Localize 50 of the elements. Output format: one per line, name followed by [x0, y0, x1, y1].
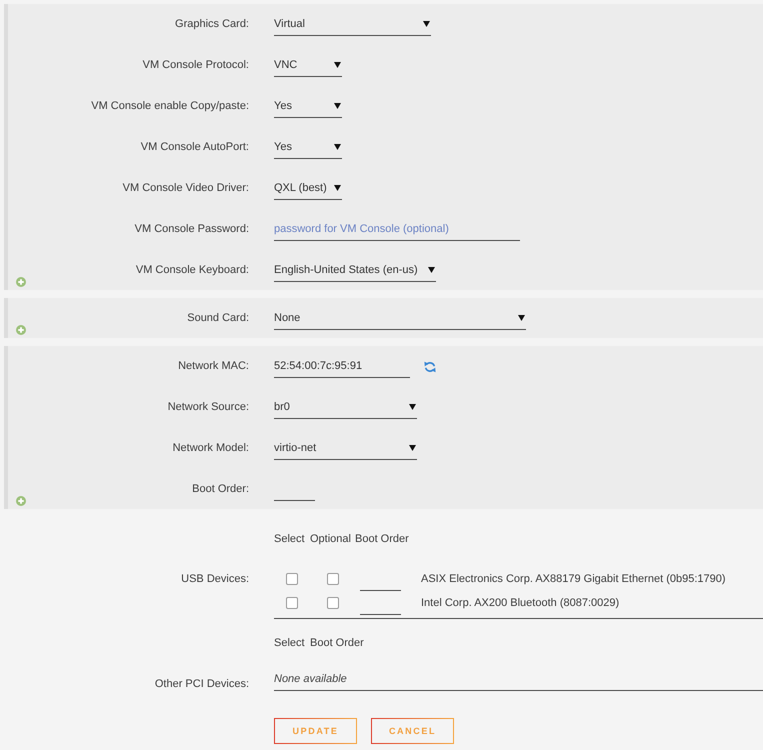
- column-header: Boot Order: [355, 532, 409, 547]
- checkbox[interactable]: [286, 573, 298, 585]
- field-label: VM Console Video Driver:: [122, 181, 249, 196]
- checkbox[interactable]: [326, 597, 338, 609]
- field-label: Graphics Card:: [174, 17, 249, 32]
- caret-icon: [423, 21, 430, 27]
- add-icon[interactable]: [16, 496, 26, 506]
- field-label: Other PCI Devices:: [154, 677, 249, 692]
- column-header: Select: [274, 636, 305, 651]
- field-label: VM Console AutoPort:: [140, 140, 249, 155]
- text-field[interactable]: 52:54:00:7c:95:91: [274, 355, 410, 378]
- field-label: VM Console Protocol:: [142, 58, 249, 73]
- column-header: Boot Order: [310, 636, 364, 651]
- column-header: Optional: [310, 532, 351, 547]
- dropdown[interactable]: Virtual: [274, 13, 431, 36]
- caret-icon: [334, 185, 341, 191]
- caret-icon: [518, 315, 525, 321]
- caret-icon: [334, 144, 341, 150]
- field-label: Network MAC:: [177, 359, 249, 374]
- field-label: VM Console Keyboard:: [134, 263, 249, 278]
- add-icon[interactable]: [16, 325, 26, 335]
- field-label: USB Devices:: [180, 572, 249, 587]
- dropdown[interactable]: QXL (best): [274, 177, 342, 200]
- dropdown[interactable]: VNC: [274, 54, 342, 77]
- caret-icon: [409, 445, 416, 451]
- field-label: Network Source:: [166, 400, 249, 415]
- caret-icon: [428, 267, 435, 273]
- device-name: ASIX Electronics Corp. AX88179 Gigabit Ethernet (0b95:1790): [421, 572, 726, 587]
- checkbox[interactable]: [286, 597, 298, 609]
- field-label: Network Model:: [172, 441, 249, 456]
- dropdown[interactable]: virtio-net: [274, 437, 417, 460]
- empty-message: None available: [274, 671, 763, 691]
- caret-icon: [409, 404, 416, 410]
- dropdown[interactable]: br0: [274, 396, 417, 419]
- field-label: Boot Order:: [191, 482, 249, 497]
- text-field[interactable]: password for VM Console (optional): [274, 218, 520, 241]
- column-header: Select: [274, 532, 305, 547]
- add-icon[interactable]: [16, 277, 26, 287]
- dropdown[interactable]: English-United States (en-us): [274, 259, 436, 282]
- dropdown[interactable]: None: [274, 307, 526, 330]
- field-label: VM Console enable Copy/paste:: [90, 99, 249, 114]
- caret-icon: [334, 103, 341, 109]
- field-label: VM Console Password:: [134, 222, 249, 237]
- caret-icon: [334, 62, 341, 68]
- dropdown[interactable]: Yes: [274, 95, 342, 118]
- device-name: Intel Corp. AX200 Bluetooth (8087:0029): [421, 596, 620, 611]
- checkbox[interactable]: [326, 573, 338, 585]
- field-label: Sound Card:: [186, 311, 249, 326]
- dropdown[interactable]: Yes: [274, 136, 342, 159]
- refresh-icon[interactable]: [424, 360, 436, 372]
